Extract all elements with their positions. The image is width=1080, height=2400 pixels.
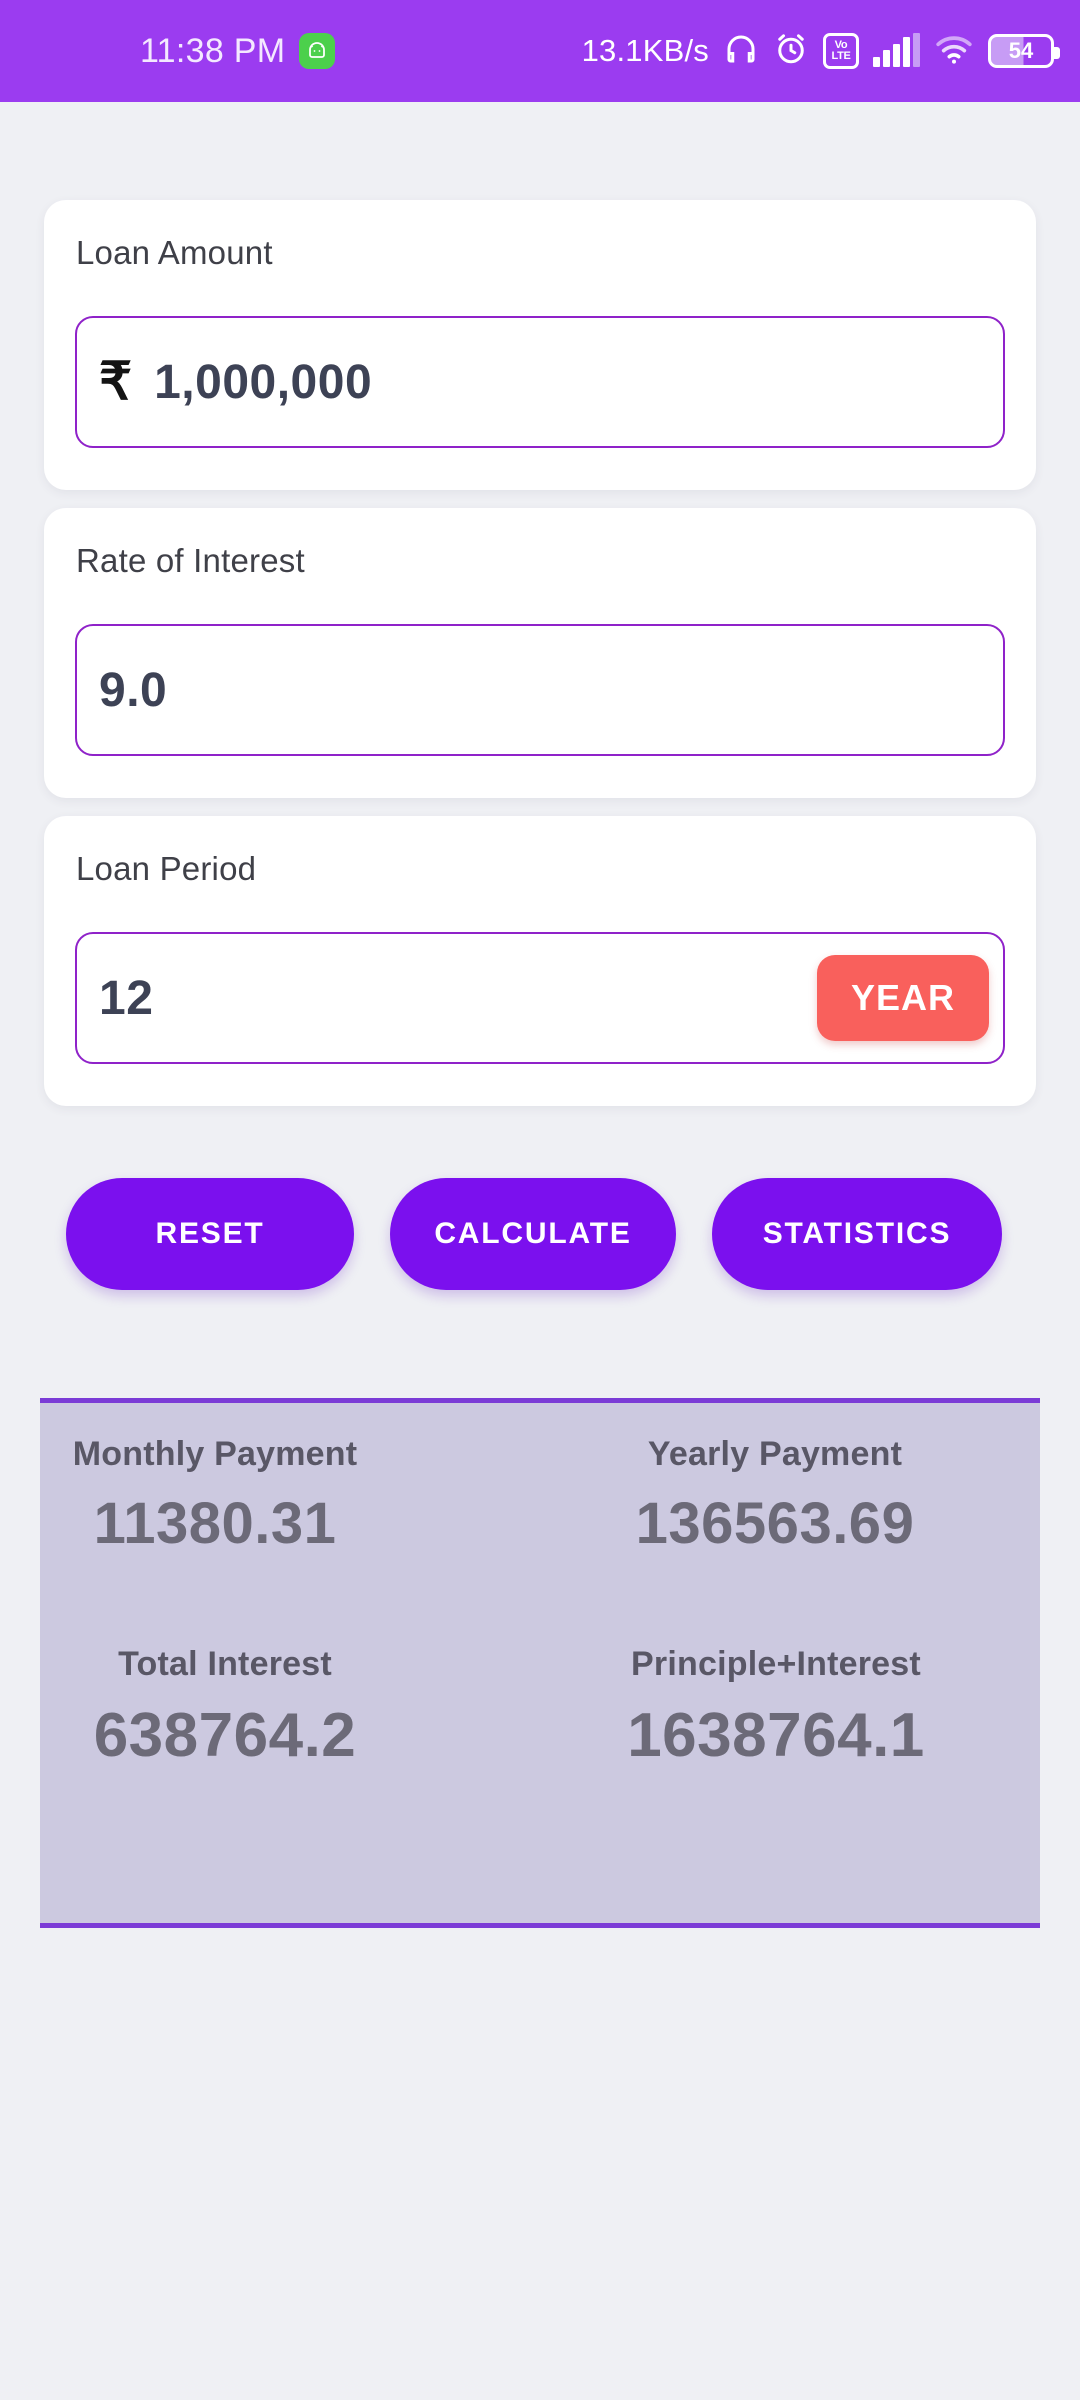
status-bar: 11:38 PM 13.1KB/s Vo LTE 54 <box>0 0 1080 102</box>
app-screen: 11:38 PM 13.1KB/s Vo LTE 54 Loan Amount … <box>0 0 1080 2400</box>
rate-of-interest-input[interactable]: 9.0 <box>75 624 1005 756</box>
headphones-icon <box>723 31 759 72</box>
monthly-payment-result: Monthly Payment 11380.31 <box>40 1435 540 1645</box>
loan-period-unit-toggle[interactable]: YEAR <box>816 955 989 1041</box>
principle-plus-interest-result: Principle+Interest 1638764.1 <box>540 1645 1040 1855</box>
monthly-payment-label: Monthly Payment <box>72 1435 358 1473</box>
loan-amount-label: Loan Amount <box>76 234 273 271</box>
battery-level-label: 54 <box>1008 38 1034 63</box>
total-interest-label: Total Interest <box>118 1645 332 1683</box>
status-clock: 11:38 PM <box>140 31 286 70</box>
loan-period-value: 12 <box>99 971 154 1025</box>
action-button-row: RESET CALCULATE STATISTICS <box>66 1178 1014 1290</box>
loan-period-label: Loan Period <box>76 850 257 887</box>
yearly-payment-label: Yearly Payment <box>647 1435 903 1473</box>
monthly-payment-value: 11380.31 <box>93 1491 337 1556</box>
rate-of-interest-value: 9.0 <box>99 663 168 717</box>
reset-button[interactable]: RESET <box>66 1178 354 1290</box>
android-head-icon <box>299 33 336 69</box>
status-bar-left: 11:38 PM <box>0 31 336 71</box>
total-interest-result: Total Interest 638764.2 <box>40 1645 540 1855</box>
total-interest-value: 638764.2 <box>93 1701 357 1770</box>
rate-of-interest-card: Rate of Interest 9.0 <box>44 508 1036 798</box>
status-bar-right: 13.1KB/s Vo LTE 54 <box>581 31 1060 72</box>
volte-icon: Vo LTE <box>823 33 859 69</box>
signal-bars-icon <box>873 33 920 67</box>
alarm-clock-icon <box>773 31 809 72</box>
loan-amount-card: Loan Amount ₹ 1,000,000 <box>44 200 1036 490</box>
yearly-payment-value: 136563.69 <box>635 1491 915 1556</box>
principle-plus-interest-value: 1638764.1 <box>627 1701 925 1770</box>
volte-bottom-label: LTE <box>831 50 851 62</box>
loan-period-input[interactable]: 12 YEAR <box>75 932 1005 1064</box>
yearly-payment-result: Yearly Payment 136563.69 <box>540 1435 1040 1645</box>
loan-amount-input[interactable]: ₹ 1,000,000 <box>75 316 1005 448</box>
statistics-button[interactable]: STATISTICS <box>712 1178 1002 1290</box>
results-grid: Monthly Payment 11380.31 Yearly Payment … <box>40 1403 1040 1923</box>
results-panel: Monthly Payment 11380.31 Yearly Payment … <box>40 1398 1040 1928</box>
principle-plus-interest-label: Principle+Interest <box>631 1645 921 1683</box>
network-speed-label: 13.1KB/s <box>581 33 709 68</box>
loan-amount-value: 1,000,000 <box>154 355 373 409</box>
wifi-icon <box>934 32 974 71</box>
loan-period-card: Loan Period 12 YEAR <box>44 816 1036 1106</box>
battery-icon: 54 <box>988 34 1060 68</box>
rate-of-interest-label: Rate of Interest <box>76 542 305 579</box>
rupee-icon: ₹ <box>99 353 133 411</box>
calculate-button[interactable]: CALCULATE <box>390 1178 676 1290</box>
